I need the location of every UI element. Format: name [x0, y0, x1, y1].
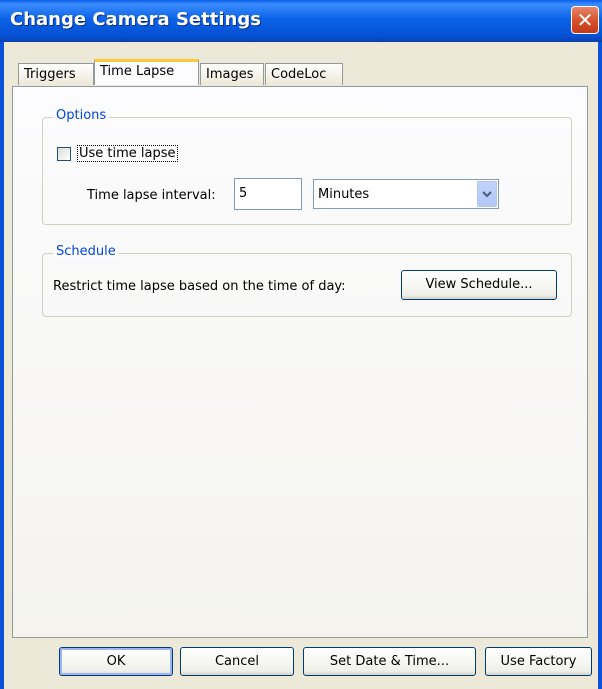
- window-frame-right: [598, 42, 602, 689]
- title-bar[interactable]: Change Camera Settings ✕: [0, 0, 602, 42]
- options-legend: Options: [53, 108, 110, 123]
- cancel-label: Cancel: [214, 654, 260, 669]
- ok-button[interactable]: OK: [59, 647, 173, 676]
- window-title: Change Camera Settings: [10, 9, 261, 30]
- interval-unit-value: Minutes: [318, 187, 370, 202]
- set-date-time-label: Set Date & Time...: [329, 654, 450, 669]
- use-time-lapse-checkbox[interactable]: [57, 147, 71, 161]
- close-icon: ✕: [576, 8, 594, 32]
- window-frame-left: [0, 42, 4, 689]
- tab-codeloc[interactable]: CodeLoc: [265, 63, 343, 85]
- schedule-groupbox: Schedule Restrict time lapse based on th…: [42, 244, 572, 317]
- tab-triggers[interactable]: Triggers: [18, 63, 94, 85]
- schedule-legend: Schedule: [53, 244, 119, 259]
- view-schedule-button[interactable]: View Schedule...: [401, 270, 557, 300]
- cancel-button[interactable]: Cancel: [180, 647, 294, 676]
- interval-label: Time lapse interval:: [87, 188, 216, 203]
- chevron-down-icon: [482, 191, 492, 198]
- use-factory-button[interactable]: Use Factory: [485, 647, 592, 676]
- tab-label: Time Lapse: [100, 64, 175, 79]
- tab-panel-time-lapse: Options Use time lapse Time lapse interv…: [12, 86, 588, 638]
- tab-label: Images: [206, 67, 254, 82]
- dropdown-button[interactable]: [477, 181, 497, 207]
- options-groupbox: Options Use time lapse Time lapse interv…: [42, 108, 572, 225]
- interval-input[interactable]: 5: [234, 178, 302, 210]
- interval-unit-select[interactable]: Minutes: [313, 179, 499, 209]
- use-time-lapse-label[interactable]: Use time lapse: [77, 145, 178, 162]
- ok-label: OK: [106, 654, 126, 669]
- tab-label: CodeLoc: [271, 67, 327, 82]
- view-schedule-label: View Schedule...: [425, 277, 533, 292]
- close-button[interactable]: ✕: [571, 6, 599, 34]
- set-date-time-button[interactable]: Set Date & Time...: [303, 647, 476, 676]
- use-factory-label: Use Factory: [500, 654, 577, 669]
- interval-value: 5: [239, 186, 248, 201]
- schedule-description: Restrict time lapse based on the time of…: [53, 279, 346, 294]
- tab-images[interactable]: Images: [200, 63, 264, 85]
- tab-time-lapse[interactable]: Time Lapse: [94, 59, 199, 85]
- tab-label: Triggers: [24, 67, 76, 82]
